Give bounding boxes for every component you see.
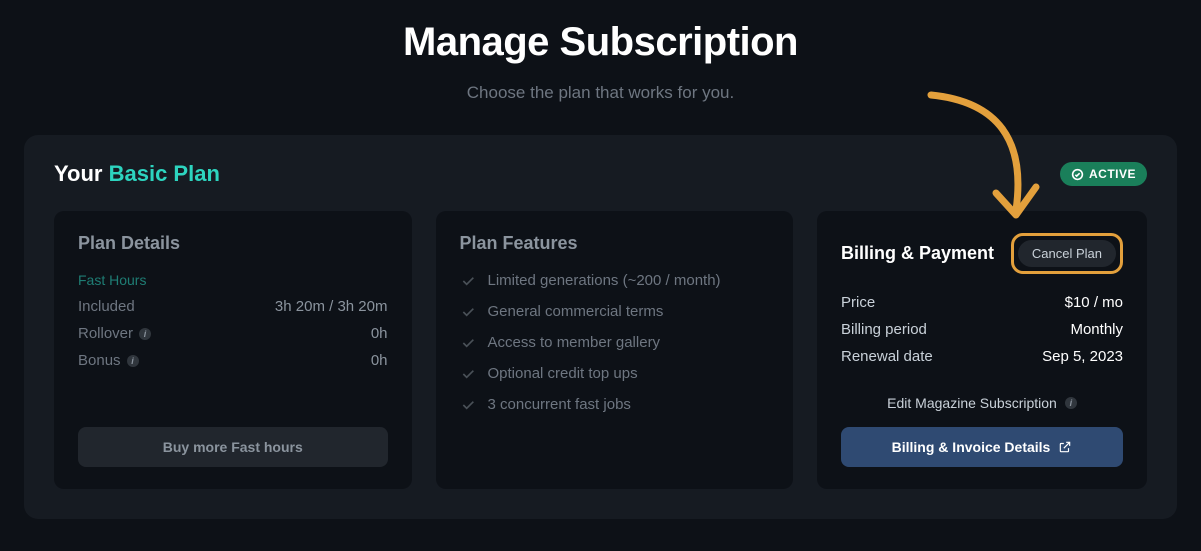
detail-value: 0h: [371, 325, 388, 342]
detail-value: 3h 20m / 3h 20m: [275, 298, 388, 315]
billing-key: Renewal date: [841, 348, 933, 365]
check-icon: [460, 335, 476, 351]
feature-item: Access to member gallery: [460, 334, 770, 351]
billing-value: Sep 5, 2023: [1042, 348, 1123, 365]
billing-row: Price $10 / mo: [841, 294, 1123, 311]
status-text: ACTIVE: [1089, 167, 1136, 181]
info-icon[interactable]: [127, 355, 139, 367]
info-icon[interactable]: [139, 328, 151, 340]
detail-key: Rollover: [78, 325, 151, 342]
plan-details-title: Plan Details: [78, 233, 388, 254]
billing-invoice-button[interactable]: Billing & Invoice Details: [841, 427, 1123, 467]
feature-item: General commercial terms: [460, 303, 770, 320]
plan-features-title: Plan Features: [460, 233, 770, 254]
billing-key: Price: [841, 294, 875, 311]
billing-row: Renewal date Sep 5, 2023: [841, 348, 1123, 365]
plan-title: Your Basic Plan: [54, 161, 220, 187]
billing-value: $10 / mo: [1065, 294, 1123, 311]
page-title: Manage Subscription: [0, 20, 1201, 65]
detail-row: Included 3h 20m / 3h 20m: [78, 298, 388, 315]
plan-name: Basic Plan: [109, 161, 220, 186]
cancel-plan-button[interactable]: Cancel Plan: [1018, 240, 1116, 267]
check-icon: [460, 397, 476, 413]
detail-row: Rollover 0h: [78, 325, 388, 342]
plan-features-card: Plan Features Limited generations (~200 …: [436, 211, 794, 489]
detail-row: Bonus 0h: [78, 352, 388, 369]
check-circle-icon: [1071, 168, 1084, 181]
subscription-panel: Your Basic Plan ACTIVE Plan Details Fast…: [24, 135, 1177, 519]
billing-card: Billing & Payment Cancel Plan Price $10 …: [817, 211, 1147, 489]
fast-hours-label: Fast Hours: [78, 272, 388, 288]
feature-item: Limited generations (~200 / month): [460, 272, 770, 289]
check-icon: [460, 304, 476, 320]
info-icon: [1065, 397, 1077, 409]
status-badge: ACTIVE: [1060, 162, 1147, 186]
cancel-highlight-frame: Cancel Plan: [1011, 233, 1123, 274]
plan-prefix: Your: [54, 161, 102, 186]
billing-row: Billing period Monthly: [841, 321, 1123, 338]
detail-value: 0h: [371, 352, 388, 369]
check-icon: [460, 366, 476, 382]
check-icon: [460, 273, 476, 289]
billing-value: Monthly: [1070, 321, 1123, 338]
detail-key: Bonus: [78, 352, 139, 369]
feature-item: Optional credit top ups: [460, 365, 770, 382]
billing-key: Billing period: [841, 321, 927, 338]
external-link-icon: [1058, 440, 1072, 454]
billing-title: Billing & Payment: [841, 243, 994, 264]
page-subtitle: Choose the plan that works for you.: [0, 83, 1201, 103]
feature-item: 3 concurrent fast jobs: [460, 396, 770, 413]
edit-subscription-link[interactable]: Edit Magazine Subscription: [841, 395, 1123, 411]
buy-more-button[interactable]: Buy more Fast hours: [78, 427, 388, 467]
plan-details-card: Plan Details Fast Hours Included 3h 20m …: [54, 211, 412, 489]
detail-key: Included: [78, 298, 135, 315]
